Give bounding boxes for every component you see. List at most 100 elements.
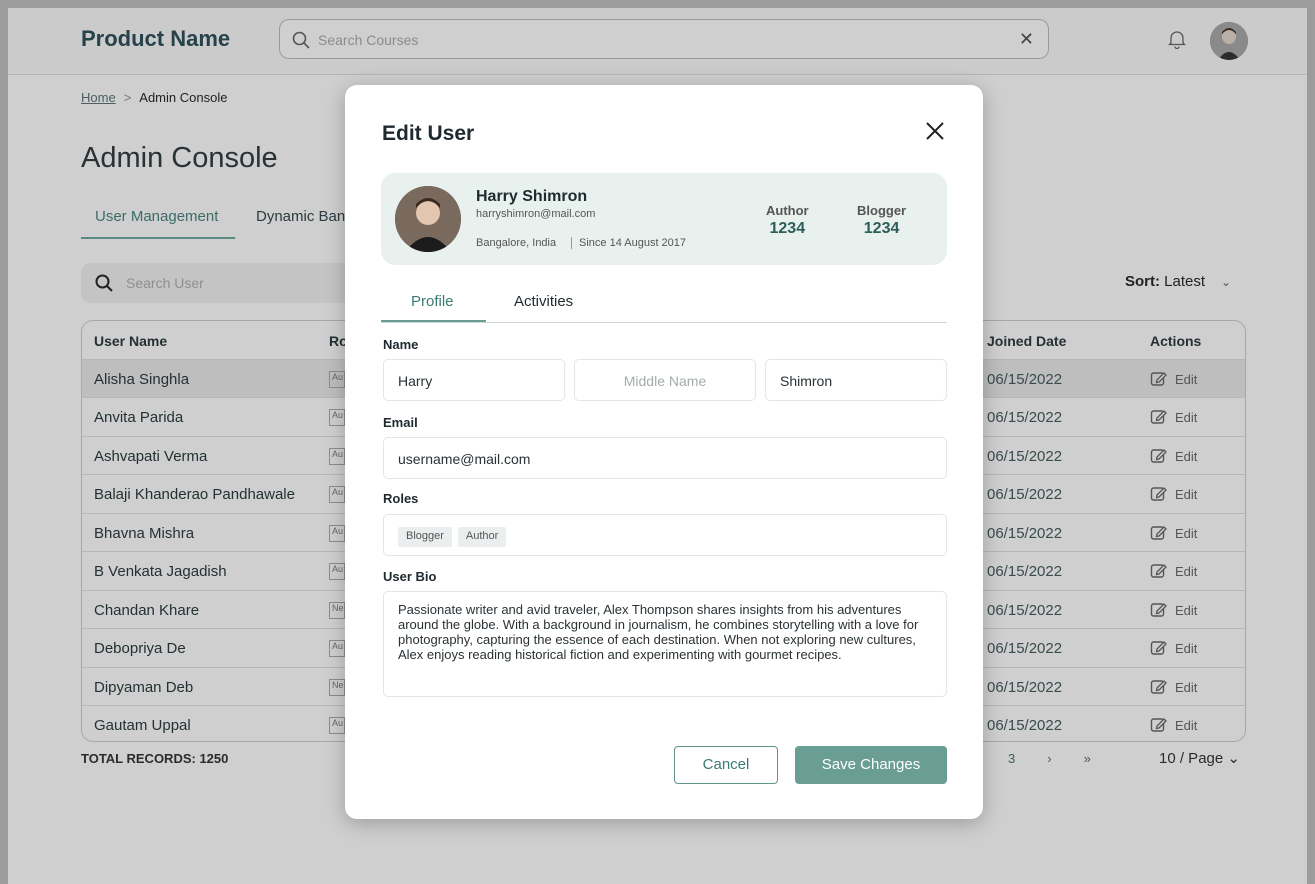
sort-dropdown[interactable]: Sort: Latest ⌄ [1125, 273, 1231, 290]
role-chip: Ne [329, 601, 345, 619]
role-chip-blogger[interactable]: Blogger [398, 527, 452, 547]
user-name-cell[interactable]: Debopriya De [94, 640, 186, 657]
user-name-cell[interactable]: Dipyaman Deb [94, 679, 193, 696]
breadcrumb: Home > Admin Console [81, 90, 227, 105]
breadcrumb-home-link[interactable]: Home [81, 90, 116, 105]
user-name-cell[interactable]: Gautam Uppal [94, 717, 191, 734]
stat-blogger-label: Blogger [857, 203, 907, 218]
last-name-value: Shimron [780, 373, 833, 389]
edit-icon[interactable] [1150, 447, 1167, 464]
edit-button[interactable]: Edit [1175, 603, 1197, 618]
edit-user-modal: Edit User Harry Shimron harryshimron@mai… [345, 85, 983, 819]
stat-blogger: Blogger 1234 [857, 203, 906, 238]
role-chip: Au [329, 447, 345, 465]
last-name-input[interactable]: Shimron [765, 359, 947, 401]
active-tab-indicator [381, 320, 486, 322]
edit-icon[interactable] [1150, 370, 1167, 387]
edit-button[interactable]: Edit [1175, 564, 1197, 579]
user-name-cell[interactable]: Anvita Parida [94, 409, 183, 426]
cancel-button[interactable]: Cancel [674, 746, 778, 784]
save-changes-button[interactable]: Save Changes [795, 746, 947, 784]
column-header-joined-date[interactable]: Joined Date [987, 333, 1066, 349]
last-page-button[interactable]: » [1084, 751, 1091, 766]
edit-icon[interactable] [1150, 716, 1167, 733]
column-header-actions: Actions [1150, 333, 1202, 349]
edit-icon[interactable] [1150, 524, 1167, 541]
user-search-placeholder[interactable]: Search User [126, 275, 204, 291]
chevron-down-icon: ⌄ [1221, 275, 1232, 289]
edit-button[interactable]: Edit [1175, 372, 1197, 387]
total-records: TOTAL RECORDS: 1250 [81, 751, 229, 766]
top-header: Product Name Search Courses ✕ [8, 8, 1307, 75]
user-location: Bangalore, India [476, 237, 557, 249]
user-avatar[interactable] [1210, 22, 1248, 60]
avatar-image [1210, 22, 1248, 60]
name-label: Name [383, 337, 419, 352]
edit-icon[interactable] [1150, 408, 1167, 425]
edit-icon[interactable] [1150, 485, 1167, 502]
role-chip: Au [329, 486, 345, 503]
user-since: Since 14 August 2017 [571, 237, 686, 249]
edit-button[interactable]: Edit [1175, 641, 1197, 656]
edit-button[interactable]: Edit [1175, 718, 1197, 733]
next-page-button[interactable]: › [1047, 751, 1051, 766]
first-name-value: Harry [398, 373, 433, 389]
user-name-cell[interactable]: Chandan Khare [94, 602, 199, 619]
user-search-bar[interactable]: Search User [81, 263, 361, 303]
joined-date-cell: 06/15/2022 [987, 370, 1063, 388]
email-value: username@mail.com [398, 451, 531, 467]
edit-button[interactable]: Edit [1175, 526, 1197, 541]
breadcrumb-separator: > [123, 90, 132, 105]
edit-icon[interactable] [1150, 562, 1167, 579]
bell-icon[interactable] [1168, 29, 1186, 49]
joined-date-cell: 06/15/2022 [987, 563, 1063, 580]
edit-button[interactable]: Edit [1175, 449, 1197, 464]
user-name: Harry Shimron [476, 188, 588, 205]
user-name-cell[interactable]: Alisha Singhla [94, 371, 189, 388]
stat-author-value: 1234 [769, 220, 806, 237]
joined-date-cell: 06/15/2022 [987, 717, 1063, 734]
edit-button[interactable]: Edit [1175, 680, 1197, 695]
edit-icon[interactable] [1150, 639, 1167, 656]
course-search-placeholder[interactable]: Search Courses [318, 32, 418, 48]
per-page-dropdown[interactable]: 10 / Page ⌄ [1159, 749, 1240, 767]
tab-profile[interactable]: Profile [411, 293, 454, 310]
joined-date-cell: 06/15/2022 [987, 409, 1063, 426]
email-label: Email [383, 415, 418, 430]
stat-blogger-value: 1234 [863, 220, 900, 237]
middle-name-input[interactable]: Middle Name [574, 359, 756, 401]
modal-title: Edit User [382, 122, 475, 145]
course-search-bar[interactable]: Search Courses ✕ [279, 19, 1049, 59]
brand-name[interactable]: Product Name [81, 26, 230, 52]
roles-input[interactable]: Blogger Author [383, 514, 947, 556]
tab-activities[interactable]: Activities [514, 293, 573, 310]
first-name-input[interactable]: Harry [383, 359, 565, 401]
pagination: 3 › » [1008, 751, 1123, 766]
role-chip-author[interactable]: Author [457, 527, 507, 547]
joined-date-cell: 06/15/2022 [987, 640, 1063, 657]
role-chip: Au [329, 370, 345, 388]
middle-name-placeholder: Middle Name [623, 373, 707, 389]
joined-date-cell: 06/15/2022 [987, 678, 1063, 696]
search-icon [292, 31, 310, 49]
email-input[interactable]: username@mail.com [383, 437, 947, 479]
edit-icon[interactable] [1150, 678, 1167, 695]
user-name-cell[interactable]: Ashvapati Verma [94, 448, 207, 465]
user-name-cell[interactable]: Balaji Khanderao Pandhawale [94, 486, 295, 503]
joined-date-cell: 06/15/2022 [987, 486, 1063, 503]
stat-author: Author 1234 [766, 203, 809, 238]
clear-search-icon[interactable]: ✕ [1019, 29, 1034, 50]
page-title: Admin Console [81, 142, 278, 174]
user-name-cell[interactable]: B Venkata Jagadish [94, 563, 227, 580]
tab-user-management[interactable]: User Management [81, 208, 235, 239]
edit-button[interactable]: Edit [1175, 410, 1197, 425]
user-name-cell[interactable]: Bhavna Mishra [94, 525, 194, 542]
tab-dynamic-banner[interactable]: Dynamic Ban [256, 208, 345, 225]
edit-button[interactable]: Edit [1175, 487, 1197, 502]
bio-textarea[interactable]: Passionate writer and avid traveler, Ale… [383, 591, 947, 697]
edit-icon[interactable] [1150, 601, 1167, 618]
page-3-button[interactable]: 3 [1008, 751, 1015, 766]
roles-chip-list: Blogger Author [398, 526, 512, 547]
close-icon[interactable] [924, 120, 946, 142]
column-header-user-name[interactable]: User Name [94, 333, 167, 349]
